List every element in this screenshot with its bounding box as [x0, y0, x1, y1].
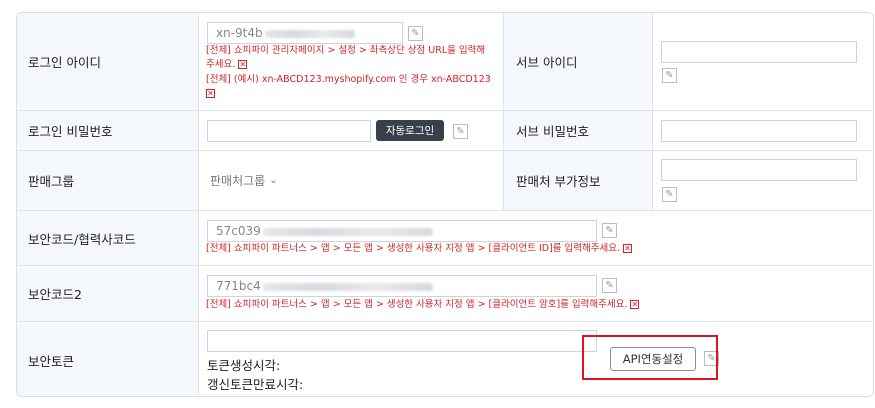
sub-password-label: 서브 비밀번호 — [503, 111, 653, 150]
security-token-input[interactable] — [207, 330, 597, 352]
row-security-code: 보안코드/협력사코드 57c039 ✎ [전체] 쇼피파이 파트너스 > 앱 >… — [17, 211, 873, 266]
security-token-label: 보안토큰 — [17, 322, 199, 396]
security-code-2-value: 771bc4 — [216, 279, 261, 293]
login-password-input[interactable] — [207, 120, 371, 142]
row-security-token: 보안토큰 토큰생성시각: 갱신토큰만료시각: API연동설정 ✎ — [17, 322, 873, 396]
sub-id-label: 서브 아이디 — [503, 13, 653, 110]
row-security-code-2: 보안코드2 771bc4 ✎ [전체] 쇼피파이 파트너스 > 앱 > 모든 앱… — [17, 266, 873, 322]
login-id-note-2: [전체] (예시) xn-ABCD123.myshopify.com 인 경우 … — [206, 73, 491, 101]
masked-value — [262, 227, 433, 236]
remove-note-icon[interactable]: ✕ — [623, 244, 633, 253]
sub-password-input[interactable] — [661, 120, 857, 142]
security-code-edit-icon[interactable]: ✎ — [602, 223, 617, 238]
remove-note-icon[interactable]: ✕ — [238, 60, 248, 69]
row-seller-group: 판매그룹 판매처그룹 ⌄ 판매처 부가정보 ✎ — [17, 151, 873, 211]
masked-value — [264, 29, 355, 38]
security-code-note-text: [전체] 쇼피파이 파트너스 > 앱 > 모든 앱 > 생성한 사용자 지정 앱… — [206, 243, 621, 254]
security-code-2-edit-icon[interactable]: ✎ — [602, 278, 617, 293]
security-code-2-input[interactable]: 771bc4 — [207, 275, 597, 297]
row-login-id: 로그인 아이디 xn-9t4b ✎ [전체] 쇼피파이 관리자페이지 > 설정 … — [17, 13, 873, 111]
security-code-label: 보안코드/협력사코드 — [17, 211, 199, 265]
token-created-time: 토큰생성시각: — [207, 358, 281, 373]
seller-group-select[interactable]: 판매처그룹 ⌄ — [210, 172, 278, 189]
remove-note-icon[interactable]: ✕ — [206, 89, 215, 98]
login-id-label: 로그인 아이디 — [17, 13, 199, 110]
seller-extra-info-edit-icon[interactable]: ✎ — [662, 187, 677, 202]
login-id-note-1-line2: 주세요. — [206, 59, 236, 70]
remove-note-icon[interactable]: ✕ — [630, 300, 640, 309]
login-password-label: 로그인 비밀번호 — [17, 111, 199, 150]
login-password-edit-icon[interactable]: ✎ — [453, 124, 468, 139]
chevron-down-icon: ⌄ — [269, 175, 278, 186]
masked-value — [262, 282, 433, 291]
sub-id-input[interactable] — [661, 41, 857, 63]
auto-login-button[interactable]: 자동로그인 — [376, 120, 444, 141]
sub-id-edit-icon[interactable]: ✎ — [662, 68, 677, 83]
shop-settings-table: 로그인 아이디 xn-9t4b ✎ [전체] 쇼피파이 관리자페이지 > 설정 … — [16, 12, 874, 397]
login-id-note-1: [전체] 쇼피파이 관리자페이지 > 설정 > 좌측상단 상점 URL을 입력해… — [206, 44, 485, 72]
refresh-token-expire-time: 갱신토큰만료시각: — [207, 377, 304, 392]
security-code-value: 57c039 — [216, 224, 261, 238]
login-id-input[interactable]: xn-9t4b — [207, 22, 403, 44]
seller-group-selected: 판매처그룹 — [210, 174, 266, 188]
highlight-box — [582, 335, 718, 380]
login-id-note-1-line1: [전체] 쇼피파이 관리자페이지 > 설정 > 좌측상단 상점 URL을 입력해 — [206, 45, 486, 56]
login-id-value: xn-9t4b — [216, 26, 263, 40]
security-code-2-note-text: [전체] 쇼피파이 파트너스 > 앱 > 모든 앱 > 생성한 사용자 지정 앱… — [206, 299, 628, 310]
security-code-note: [전체] 쇼피파이 파트너스 > 앱 > 모든 앱 > 생성한 사용자 지정 앱… — [206, 242, 633, 256]
security-code-2-note: [전체] 쇼피파이 파트너스 > 앱 > 모든 앱 > 생성한 사용자 지정 앱… — [206, 298, 640, 312]
seller-extra-info-label: 판매처 부가정보 — [503, 151, 653, 210]
seller-group-label: 판매그룹 — [17, 151, 199, 210]
security-code-2-label: 보안코드2 — [17, 266, 199, 321]
seller-extra-info-input[interactable] — [661, 159, 857, 181]
login-id-note-2-text: [전체] (예시) xn-ABCD123.myshopify.com 인 경우 … — [206, 74, 491, 85]
security-code-input[interactable]: 57c039 — [207, 220, 597, 242]
login-id-edit-icon[interactable]: ✎ — [408, 26, 423, 41]
row-login-password: 로그인 비밀번호 자동로그인 ✎ 서브 비밀번호 — [17, 111, 873, 151]
